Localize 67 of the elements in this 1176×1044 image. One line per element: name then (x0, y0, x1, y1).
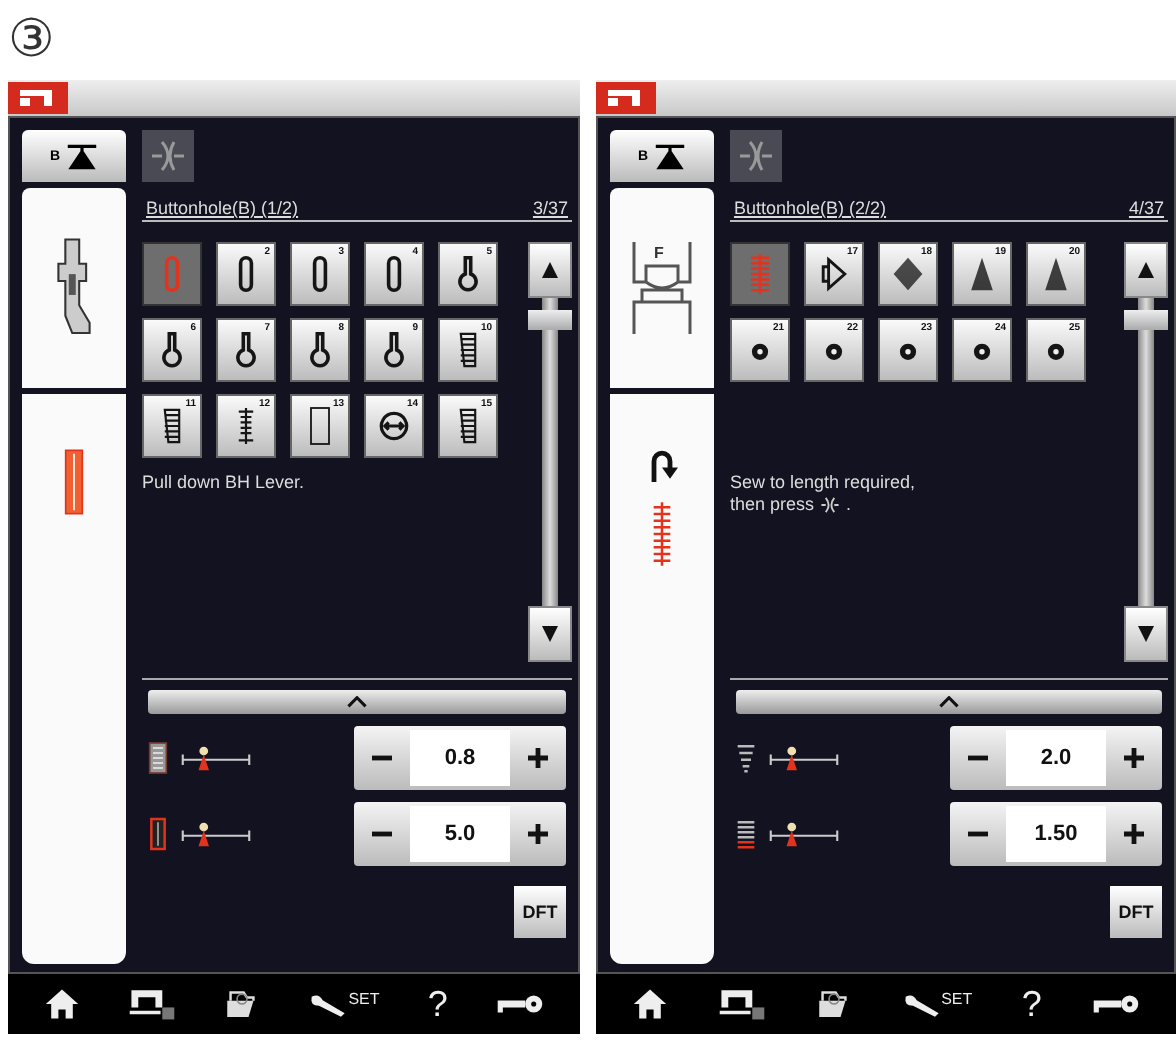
slider-scale-icon (768, 744, 840, 772)
page-indicator: 4/37 (1128, 198, 1164, 218)
slider-scale-icon (768, 820, 840, 848)
instruction-message: Sew to length required, (730, 472, 918, 494)
down-triangle-icon (1136, 624, 1156, 644)
foot-letter: F (654, 244, 664, 262)
buttonhole-stitch-icon (64, 446, 84, 518)
setting-value: 2.0 (1006, 730, 1106, 786)
settings-button[interactable]: SET (308, 990, 380, 1018)
thread-cutter-icon (820, 496, 841, 515)
thread-cutter-icon (148, 136, 188, 176)
set-label: SET (941, 990, 973, 1008)
slider-scale-icon (180, 744, 252, 772)
scroll-up-button[interactable] (528, 242, 572, 298)
pattern-group-title: Buttonhole(B) (1/2) (146, 198, 299, 218)
tack-stitch-icon (652, 498, 672, 570)
stitch-pattern-button[interactable] (730, 242, 790, 306)
folder-icon[interactable] (815, 986, 852, 1022)
slider-scale-icon (180, 820, 252, 848)
plus-icon (1122, 822, 1146, 846)
stitch-density-icon (736, 816, 756, 852)
instruction-message: Pull down BH Lever. (142, 472, 307, 494)
scrollbar-thumb[interactable] (1124, 310, 1168, 330)
arrow-stitch-icon (816, 252, 852, 296)
buttonhole-length-icon (148, 816, 168, 852)
scroll-down-button[interactable] (1124, 606, 1168, 662)
chevron-up-icon (938, 696, 960, 708)
reverse-arrow-icon (646, 446, 678, 486)
pattern-group-title: Buttonhole(B) (2/2) (734, 198, 887, 218)
diamond-icon (890, 252, 926, 296)
folder-icon[interactable] (224, 986, 261, 1022)
set-label: SET (348, 990, 380, 1008)
taper-icon (736, 740, 756, 776)
plus-icon (526, 822, 550, 846)
setting-value: 0.8 (410, 730, 510, 786)
setting-value: 1.50 (1006, 806, 1106, 862)
sewing-machine-icon[interactable] (128, 986, 177, 1022)
sewing-machine-logo-icon (8, 80, 68, 116)
instruction-message: then press . (730, 494, 854, 516)
step-number: ③ (6, 8, 57, 74)
page-indicator: 3/37 (532, 198, 568, 218)
down-triangle-icon (540, 624, 560, 644)
settings-button[interactable]: SET (901, 990, 973, 1018)
help-button[interactable]: ? (427, 983, 448, 1025)
sewing-machine-logo-icon (596, 80, 656, 116)
chevron-up-icon (346, 696, 368, 708)
home-icon[interactable] (44, 986, 81, 1022)
sewing-machine-icon[interactable] (718, 986, 767, 1022)
scrollbar-thumb[interactable] (528, 310, 572, 330)
stitch-pattern-button[interactable] (142, 242, 202, 306)
thread-cutter-button[interactable] (730, 130, 782, 182)
plus-icon (1122, 746, 1146, 770)
scroll-down-button[interactable] (528, 606, 572, 662)
plus-icon (526, 746, 550, 770)
up-triangle-icon (540, 260, 560, 280)
up-triangle-icon (1136, 260, 1156, 280)
presser-foot-icon (654, 143, 687, 169)
thread-cutter-icon (736, 136, 776, 176)
scroll-up-button[interactable] (1124, 242, 1168, 298)
thread-cutter-button[interactable] (142, 130, 194, 182)
home-icon[interactable] (632, 986, 669, 1022)
help-button[interactable]: ? (1021, 983, 1042, 1025)
stitch-width-icon (148, 740, 168, 776)
default-button[interactable]: DFT (514, 886, 566, 938)
default-button[interactable]: DFT (1110, 886, 1162, 938)
setting-value: 5.0 (410, 806, 510, 862)
presser-foot-icon (66, 143, 99, 169)
